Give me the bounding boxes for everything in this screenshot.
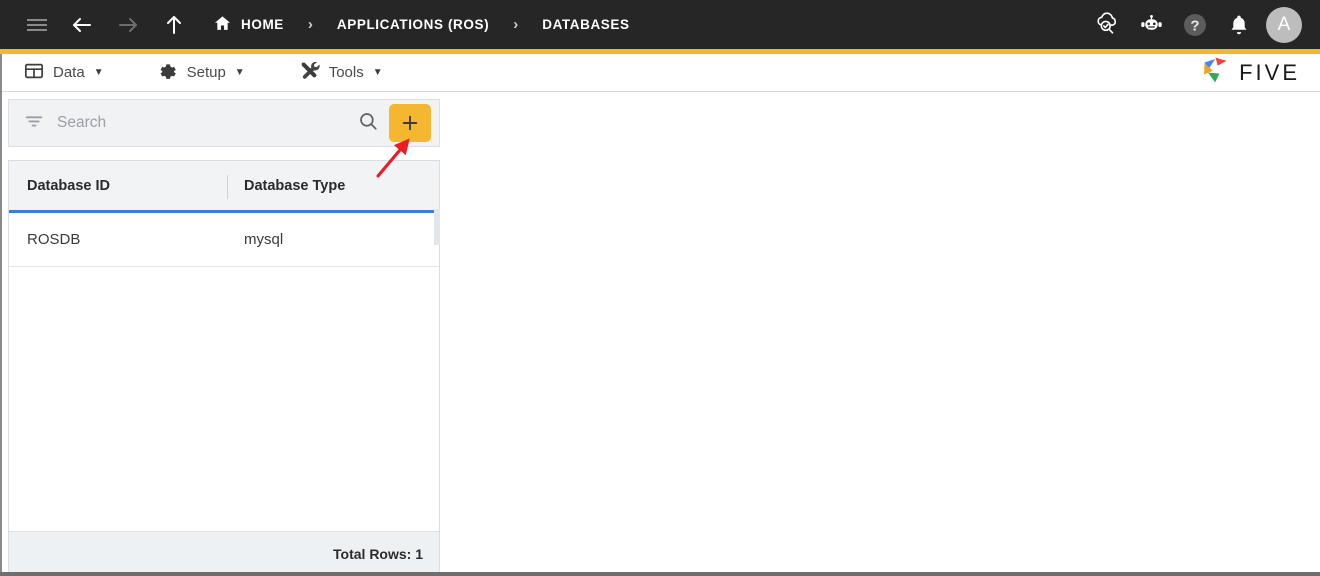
grid-scrollbar[interactable] — [434, 209, 440, 245]
breadcrumb-home-label: HOME — [241, 17, 284, 32]
breadcrumb-applications-label: APPLICATIONS (ROS) — [337, 17, 489, 32]
grid-body: ROSDB mysql — [9, 213, 439, 531]
column-header-database-type[interactable]: Database Type — [227, 161, 439, 210]
table-grid-icon — [24, 61, 44, 85]
menu-setup-label: Setup — [187, 64, 226, 81]
application-menu-bar: Data ▼ Setup ▼ Tools ▼ — [0, 54, 1320, 92]
topbar-actions: ? A — [1090, 7, 1320, 43]
total-rows-label: Total Rows: 1 — [333, 546, 423, 562]
menu-tools-label: Tools — [329, 64, 364, 81]
application-window: HOME › APPLICATIONS (ROS) › DATABASES — [0, 0, 1320, 576]
column-divider — [227, 175, 228, 199]
window-bottom-edge — [0, 572, 1320, 576]
grid-footer: Total Rows: 1 — [9, 531, 439, 575]
home-icon — [213, 14, 232, 36]
five-pinwheel-logo-icon — [1201, 55, 1231, 90]
databases-panel: Database ID Database Type ROSDB mysql To… — [8, 99, 440, 576]
breadcrumb-databases[interactable]: DATABASES — [542, 17, 629, 32]
forward-arrow-icon[interactable] — [111, 8, 145, 42]
breadcrumb-separator-1: › — [306, 16, 315, 33]
breadcrumb-separator-2: › — [511, 16, 520, 33]
grid-header-row: Database ID Database Type — [9, 161, 439, 213]
add-record-button[interactable] — [389, 104, 431, 142]
chevron-down-icon: ▼ — [373, 68, 383, 78]
gear-icon — [158, 61, 178, 85]
menu-setup[interactable]: Setup ▼ — [152, 61, 251, 85]
help-icon[interactable]: ? — [1178, 8, 1212, 42]
cell-database-type: mysql — [227, 231, 439, 248]
breadcrumb-applications[interactable]: APPLICATIONS (ROS) — [337, 17, 489, 32]
brand-text: FIVE — [1239, 60, 1300, 86]
chevron-down-icon: ▼ — [235, 68, 245, 78]
filter-icon[interactable] — [23, 110, 45, 137]
search-toolbar — [8, 99, 440, 147]
back-arrow-icon[interactable] — [65, 8, 99, 42]
cell-database-id: ROSDB — [9, 231, 227, 248]
magnifier-icon[interactable] — [357, 110, 379, 137]
breadcrumb-home[interactable]: HOME — [213, 14, 284, 36]
up-arrow-icon[interactable] — [157, 8, 191, 42]
menu-tools[interactable]: Tools ▼ — [293, 60, 389, 85]
breadcrumb-databases-label: DATABASES — [542, 17, 629, 32]
window-left-edge — [0, 54, 2, 576]
column-header-database-id[interactable]: Database ID — [9, 161, 227, 210]
notifications-bell-icon[interactable] — [1222, 8, 1256, 42]
table-row[interactable]: ROSDB mysql — [9, 213, 439, 267]
brand-logo: FIVE — [1201, 55, 1300, 90]
databases-grid: Database ID Database Type ROSDB mysql To… — [8, 160, 440, 576]
cloud-search-icon[interactable] — [1090, 8, 1124, 42]
chevron-down-icon: ▼ — [94, 68, 104, 78]
search-input[interactable] — [57, 114, 357, 132]
top-navigation-bar: HOME › APPLICATIONS (ROS) › DATABASES — [0, 0, 1320, 49]
user-avatar[interactable]: A — [1266, 7, 1302, 43]
hamburger-menu-icon[interactable] — [20, 8, 54, 42]
tools-icon — [299, 60, 320, 85]
menu-data[interactable]: Data ▼ — [18, 61, 110, 85]
chatbot-icon[interactable] — [1134, 8, 1168, 42]
menu-data-label: Data — [53, 64, 85, 81]
svg-text:?: ? — [1190, 17, 1199, 34]
